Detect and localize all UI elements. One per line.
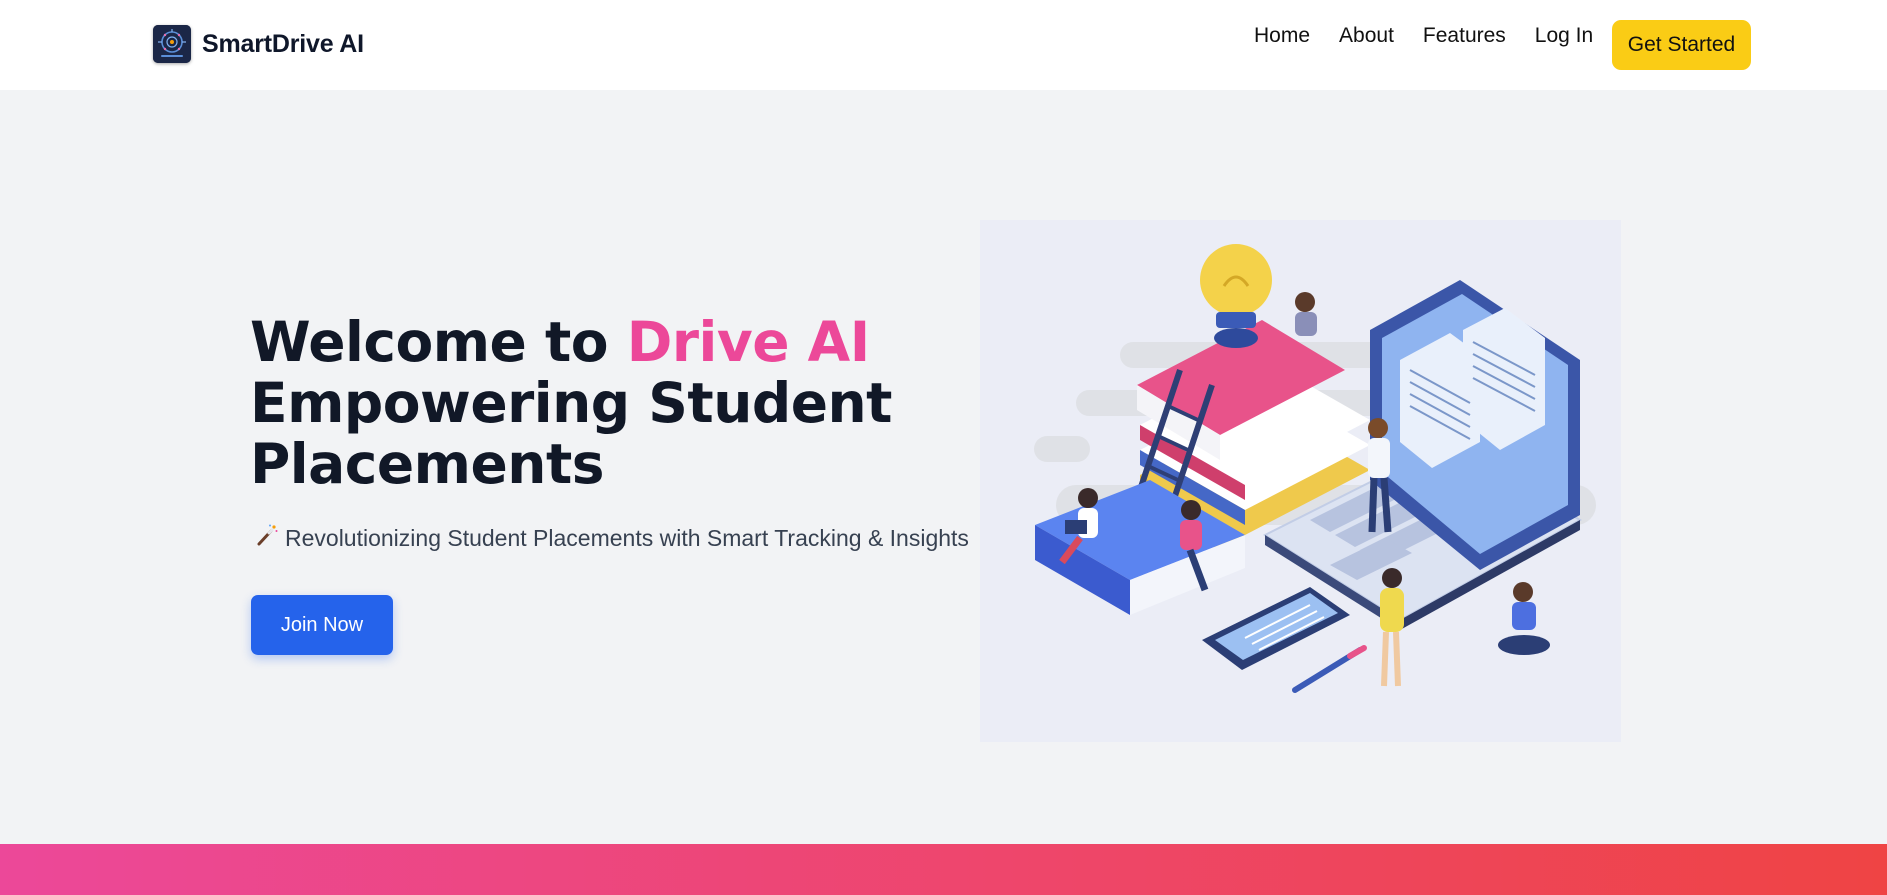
hero-subtitle-text: Revolutionizing Student Placements with … [285, 524, 969, 551]
nav-link-login[interactable]: Log In [1535, 24, 1593, 48]
hero-title-accent: Drive AI [626, 310, 870, 374]
nav-links: Home About Features Log In [1254, 24, 1622, 48]
hero-title-line3: Placements [250, 432, 604, 496]
magic-wand-icon [255, 523, 279, 553]
hero-title-line2: Empowering Student [250, 371, 892, 435]
brand[interactable]: SmartDrive AI [153, 25, 364, 63]
hero-title-prefix: Welcome to [250, 310, 627, 374]
hero-subtitle: Revolutionizing Student Placements with … [255, 523, 969, 553]
nav-link-home[interactable]: Home [1254, 24, 1310, 48]
students-studying-illustration [980, 220, 1621, 742]
hero-title: Welcome to Drive AI Empowering Student P… [250, 312, 892, 495]
nav-link-features[interactable]: Features [1423, 24, 1506, 48]
join-now-button[interactable]: Join Now [251, 595, 393, 655]
brand-name: SmartDrive AI [202, 29, 364, 58]
footer-gradient-band [0, 844, 1887, 895]
brain-circuit-icon [153, 25, 191, 63]
top-navbar: SmartDrive AI Home About Features Log In… [0, 0, 1887, 90]
nav-link-about[interactable]: About [1339, 24, 1394, 48]
get-started-button[interactable]: Get Started [1612, 20, 1751, 70]
